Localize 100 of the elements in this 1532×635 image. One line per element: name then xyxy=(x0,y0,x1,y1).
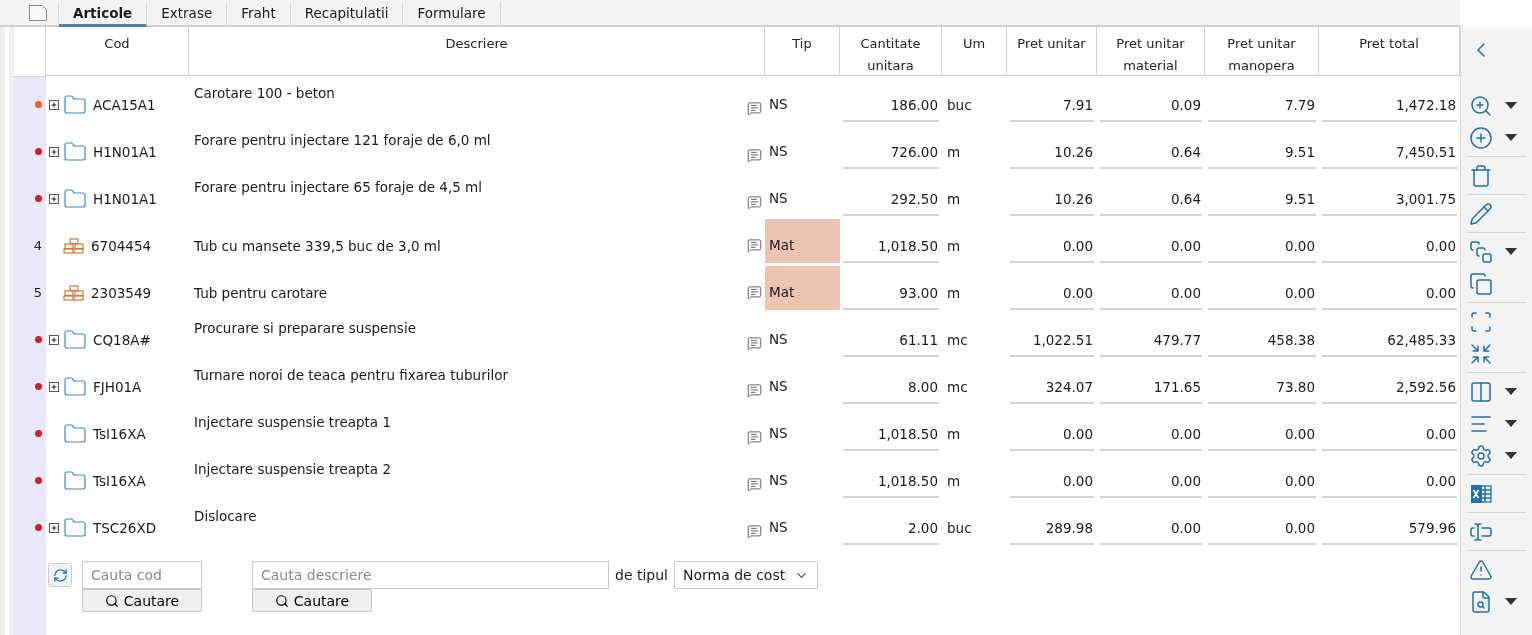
copy-frame-icon xyxy=(1469,240,1493,264)
folder-icon xyxy=(63,139,87,164)
collapse-icon xyxy=(1469,342,1493,366)
type-cell-text: NS xyxy=(768,189,789,208)
search-button[interactable]: Cautare xyxy=(82,589,202,612)
comment-icon[interactable] xyxy=(747,477,762,492)
type-dropdown[interactable]: Norma de cost xyxy=(674,561,818,589)
number-cell: 10.26 xyxy=(1007,171,1097,218)
number-cell: 3,001.75 xyxy=(1319,171,1460,218)
comment-icon[interactable] xyxy=(747,285,762,300)
number-cell: 0.64 xyxy=(1097,124,1205,171)
tab[interactable]: Formulare xyxy=(403,2,501,27)
column-header[interactable]: Descriere xyxy=(189,27,765,76)
expand-icon[interactable] xyxy=(49,193,59,204)
bricks-icon xyxy=(63,284,85,301)
tab[interactable]: Extrase xyxy=(147,2,228,27)
column-header[interactable]: Tip xyxy=(765,27,840,76)
expand-icon[interactable] xyxy=(49,334,59,345)
comment-icon[interactable] xyxy=(747,430,762,445)
column-header[interactable]: Cantitate unitara xyxy=(840,27,942,76)
expand-icon[interactable] xyxy=(49,146,59,157)
description-cell: Forare pentru injectare 65 foraje de 4,5 ml xyxy=(194,179,483,195)
copy-frame-button[interactable] xyxy=(1467,239,1495,265)
unit-cell-text: m xyxy=(946,424,962,444)
type-cell-text: NS xyxy=(768,142,789,161)
search-button[interactable]: Cautare xyxy=(252,589,372,612)
expand-icon[interactable] xyxy=(49,522,59,533)
unit-cell-text: buc xyxy=(946,95,973,115)
number-cell: 0.00 xyxy=(1205,453,1319,500)
comment-icon[interactable] xyxy=(747,195,762,210)
column-header[interactable]: Cod xyxy=(46,27,189,76)
unit-cell-text: mc xyxy=(946,330,969,350)
number-cell: 7.79 xyxy=(1205,77,1319,124)
number-cell: 0.00 xyxy=(1319,265,1460,312)
type-cell-text: NS xyxy=(768,377,789,396)
description-cell: Tub cu mansete 339,5 buc de 3,0 ml xyxy=(194,237,441,254)
number-cell: 324.07 xyxy=(1007,359,1097,406)
number-cell: 479.77 xyxy=(1097,312,1205,359)
number-cell: 0.00 xyxy=(1007,406,1097,453)
number-cell: 7.91 xyxy=(1007,77,1097,124)
number-cell: 0.00 xyxy=(1097,453,1205,500)
pencil-icon xyxy=(1469,202,1493,226)
panel-icon xyxy=(1469,380,1493,404)
pencil-button[interactable] xyxy=(1467,201,1495,227)
dropdown-caret-icon[interactable] xyxy=(1505,420,1517,428)
comment-icon[interactable] xyxy=(747,383,762,398)
description-cell: Injectare suspensie treapta 2 xyxy=(194,461,391,477)
column-header[interactable]: Pret unitar material xyxy=(1097,27,1205,76)
number-cell: 0.00 xyxy=(1319,218,1460,265)
number-cell: 1,018.50 xyxy=(840,453,942,500)
folder-icon xyxy=(63,186,87,211)
comment-icon[interactable] xyxy=(747,101,762,116)
description-cell: Forare pentru injectare 121 foraje de 6,0 ml xyxy=(194,132,491,148)
comment-icon[interactable] xyxy=(747,524,762,539)
column-header[interactable]: Pret unitar xyxy=(1007,27,1097,76)
refresh-icon xyxy=(52,567,68,583)
number-cell: 73.80 xyxy=(1205,359,1319,406)
file-preview-icon xyxy=(1469,590,1493,614)
number-cell: 0.00 xyxy=(1205,265,1319,312)
dropdown-caret-icon[interactable] xyxy=(1505,248,1517,256)
comment-icon[interactable] xyxy=(747,148,762,163)
number-cell: 0.00 xyxy=(1205,218,1319,265)
number-cell: 726.00 xyxy=(840,124,942,171)
column-header[interactable]: Um xyxy=(942,27,1007,76)
warning-button[interactable] xyxy=(1467,557,1495,583)
dropdown-caret-icon[interactable] xyxy=(1505,598,1517,606)
tab[interactable]: Fraht xyxy=(227,2,291,27)
expand-icon[interactable] xyxy=(49,99,59,110)
type-cell-text: NS xyxy=(768,424,789,443)
dropdown-caret-icon[interactable] xyxy=(1505,388,1517,396)
folder-icon xyxy=(63,92,87,117)
code-search-field[interactable]: Cauta cod xyxy=(82,561,202,589)
expand-icon[interactable] xyxy=(49,381,59,392)
description-search-field[interactable]: Cauta descriere xyxy=(252,561,609,589)
code-cell: TsI16XA xyxy=(93,425,146,442)
unit-cell-text: m xyxy=(946,142,962,162)
expand-icon xyxy=(1469,310,1493,334)
description-cell: Dislocare xyxy=(194,508,257,524)
row-number: 4 xyxy=(33,238,42,253)
number-cell: 171.65 xyxy=(1097,359,1205,406)
dropdown-caret-icon[interactable] xyxy=(1505,452,1517,460)
row-number: 5 xyxy=(33,285,42,300)
column-header[interactable]: Pret unitar manopera xyxy=(1205,27,1319,76)
copy-button[interactable] xyxy=(1467,271,1495,297)
dropdown-caret-icon[interactable] xyxy=(1505,102,1517,110)
number-cell: 1,022.51 xyxy=(1007,312,1097,359)
comment-icon[interactable] xyxy=(747,336,762,351)
number-cell: 0.00 xyxy=(1319,453,1460,500)
number-cell: 0.00 xyxy=(1097,265,1205,312)
refresh-button[interactable] xyxy=(48,563,72,587)
unit-cell-text: buc xyxy=(946,518,973,538)
dropdown-caret-icon[interactable] xyxy=(1505,134,1517,142)
new-page-icon[interactable] xyxy=(28,3,48,22)
tab[interactable]: Articole xyxy=(59,2,148,27)
tab[interactable]: Recapitulatii xyxy=(290,2,404,27)
folder-icon xyxy=(63,421,87,446)
add-icon xyxy=(1469,126,1493,150)
add-button[interactable] xyxy=(1467,125,1495,151)
comment-icon[interactable] xyxy=(747,238,762,253)
unit-cell-text: m xyxy=(946,283,962,303)
